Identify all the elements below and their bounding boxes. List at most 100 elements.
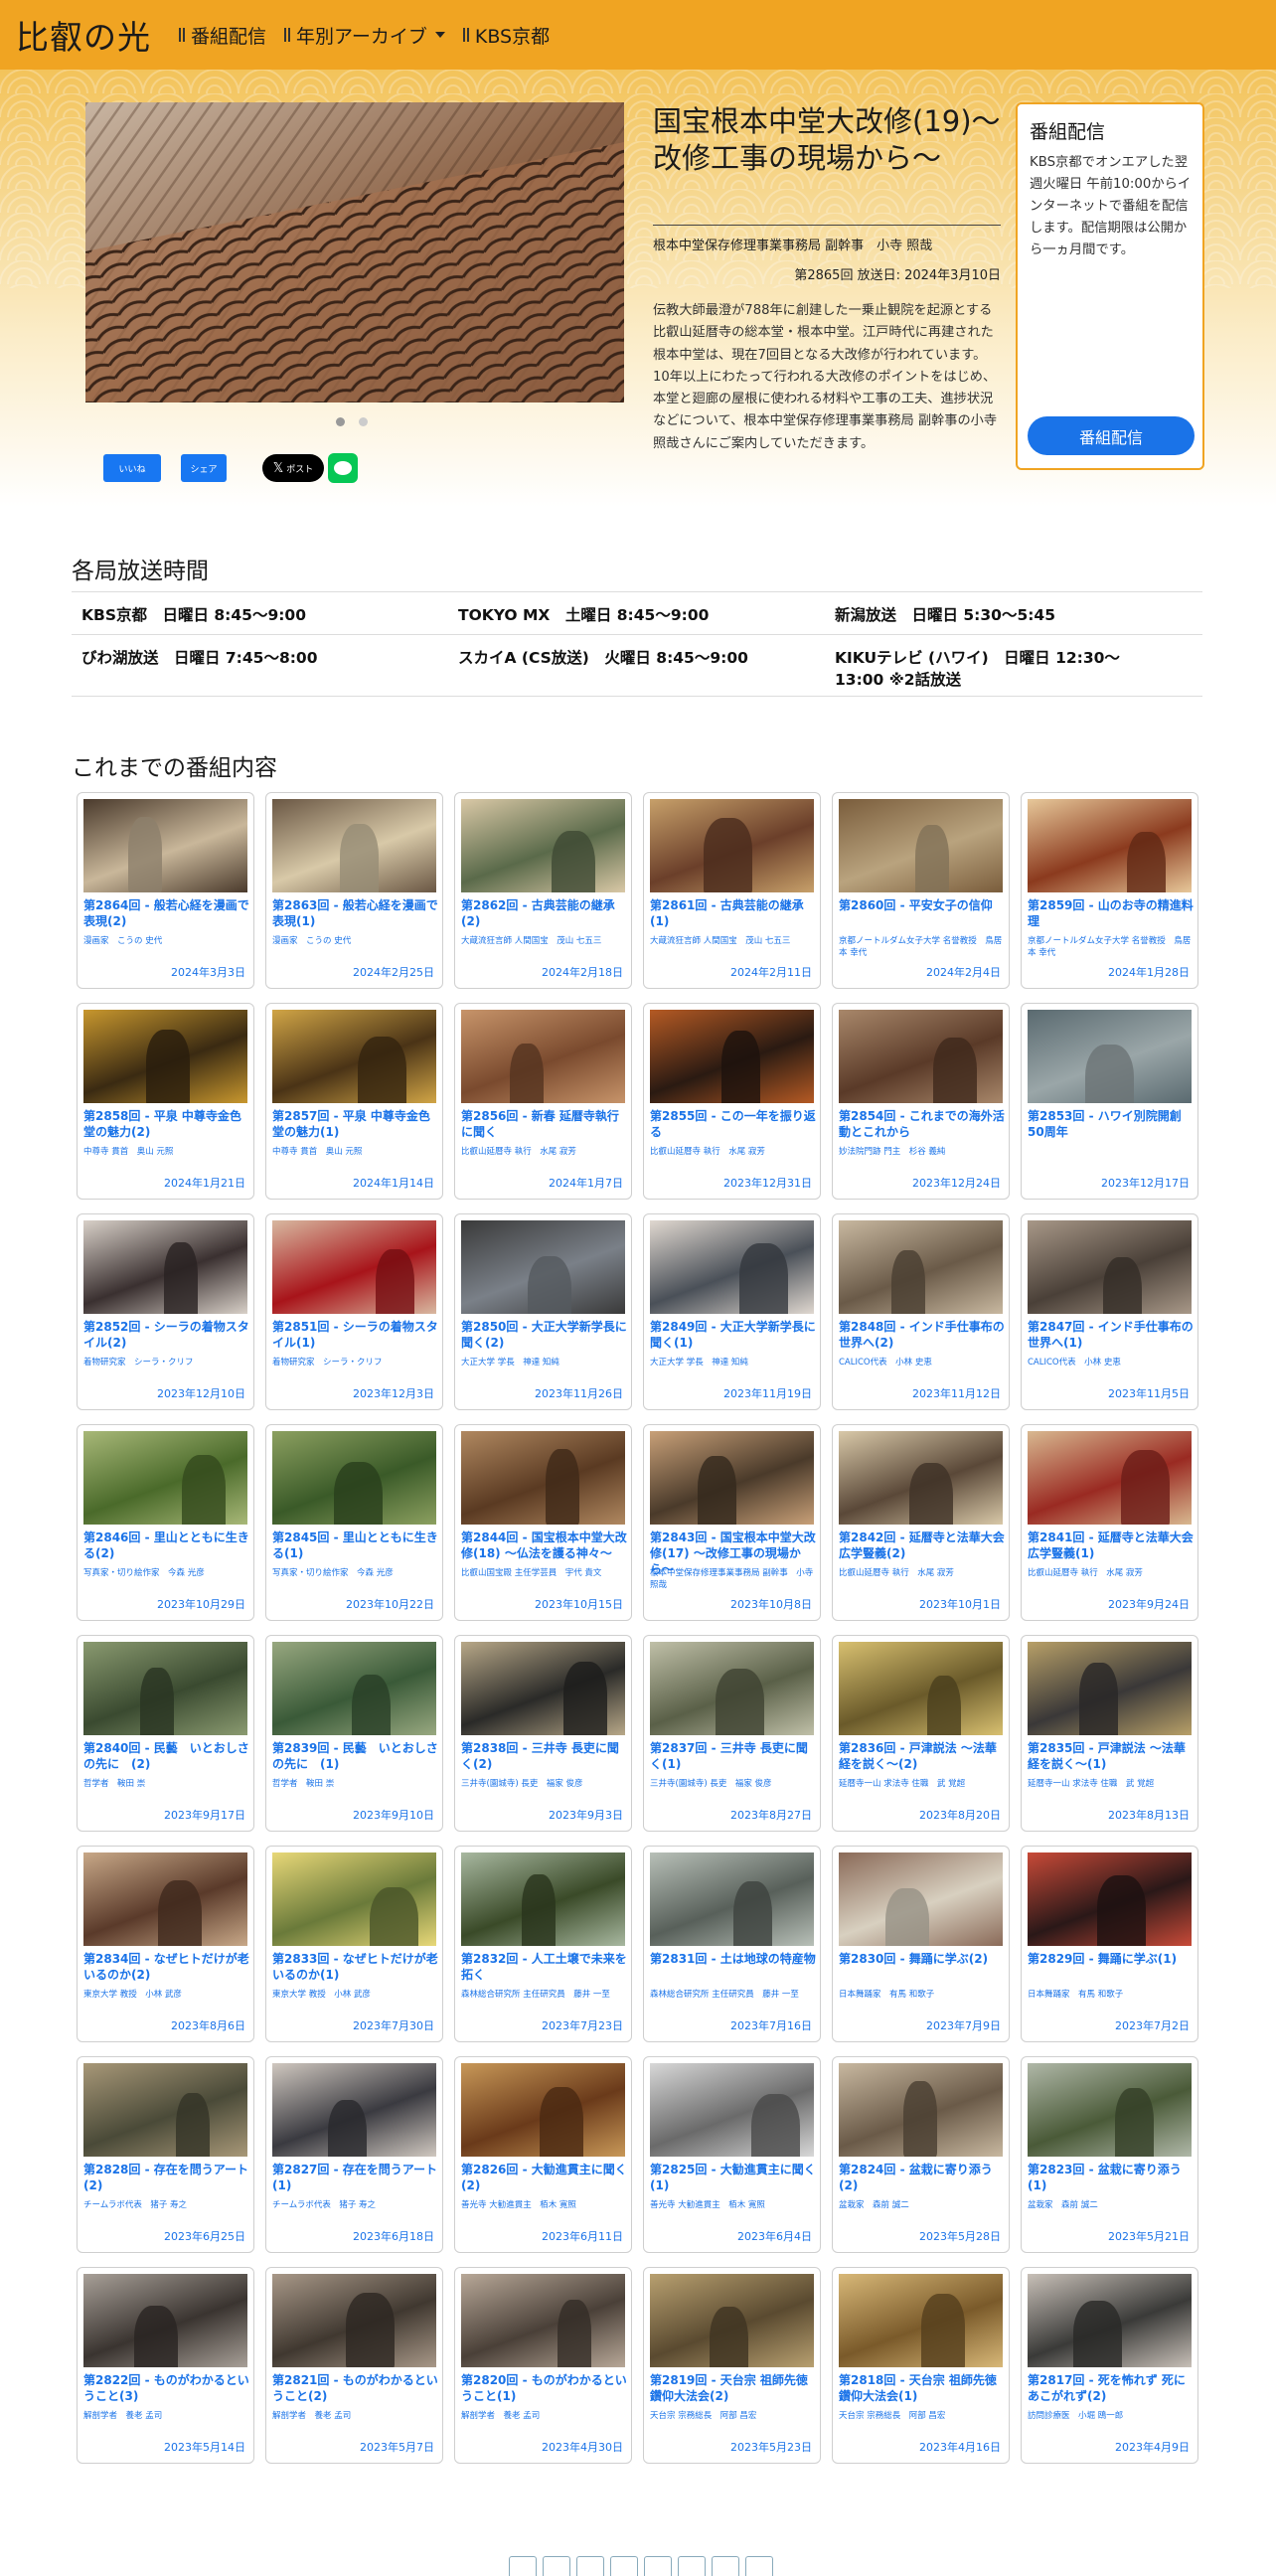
episode-card[interactable]: 第2837回 - 三井寺 長吏に聞く(1) 三井寺(園城寺) 長吏 福家 俊彦 20… bbox=[643, 1635, 821, 1832]
carousel-dot[interactable] bbox=[359, 417, 368, 426]
episode-card[interactable]: 第2830回 - 舞踊に学ぶ(2) 日本舞踊家 有馬 和歌子 2023年7月9日 bbox=[832, 1846, 1010, 2042]
episode-thumbnail[interactable] bbox=[650, 1431, 814, 1525]
episode-title[interactable]: 第2826回 - 大勧進貫主に聞く(2) bbox=[461, 2162, 628, 2193]
episode-title[interactable]: 第2825回 - 大勧進貫主に聞く(1) bbox=[650, 2162, 817, 2193]
episode-thumbnail[interactable] bbox=[1028, 1642, 1192, 1735]
episode-thumbnail[interactable] bbox=[83, 2274, 247, 2367]
carousel-dot-active[interactable] bbox=[336, 417, 345, 426]
episode-card[interactable]: 第2840回 - 民藝 いとおしさの先に (2) 哲学者 鞍田 崇 2023年9月1… bbox=[77, 1635, 254, 1832]
episode-title[interactable]: 第2845回 - 里山とともに生きる(1) bbox=[272, 1530, 439, 1561]
episode-title[interactable]: 第2859回 - 山のお寺の精進料理 bbox=[1028, 897, 1195, 929]
episode-card[interactable]: 第2822回 - ものがわかるということ(3) 解剖学者 養老 孟司 2023年5月… bbox=[77, 2267, 254, 2464]
episode-card[interactable]: 第2854回 - これまでの海外活動とこれから 妙法院門跡 門主 杉谷 義純 202… bbox=[832, 1003, 1010, 1200]
episode-thumbnail[interactable] bbox=[650, 2274, 814, 2367]
episode-card[interactable]: 第2835回 - 戸津説法 〜法華経を説く〜(1) 延暦寺一山 求法寺 住職 武 … bbox=[1021, 1635, 1198, 1832]
episode-title[interactable]: 第2853回 - ハワイ別院開創50周年 bbox=[1028, 1108, 1195, 1140]
episode-card[interactable]: 第2860回 - 平安女子の信仰 京都ノートルダム女子大学 名誉教授 鳥居本 幸代… bbox=[832, 792, 1010, 989]
episode-title[interactable]: 第2848回 - インド手仕事布の世界へ(2) bbox=[839, 1319, 1006, 1351]
episode-card[interactable]: 第2856回 - 新春 延暦寺執行に聞く 比叡山延暦寺 執行 水尾 寂芳 2024年… bbox=[454, 1003, 632, 1200]
episode-thumbnail[interactable] bbox=[1028, 1852, 1192, 1946]
episode-card[interactable]: 第2825回 - 大勧進貫主に聞く(1) 善光寺 大勧進貫主 栢木 寛照 2023年… bbox=[643, 2056, 821, 2253]
page-link[interactable] bbox=[644, 2556, 672, 2576]
episode-title[interactable]: 第2857回 - 平泉 中尊寺金色堂の魅力(1) bbox=[272, 1108, 439, 1140]
episode-thumbnail[interactable] bbox=[1028, 2274, 1192, 2367]
episode-thumbnail[interactable] bbox=[461, 799, 625, 892]
episode-card[interactable]: 第2863回 - 般若心経を漫画で表現(1) 漫画家 こうの 史代 2024年2月2… bbox=[265, 792, 443, 989]
episode-title[interactable]: 第2838回 - 三井寺 長吏に聞く(2) bbox=[461, 1740, 628, 1772]
episode-title[interactable]: 第2822回 - ものがわかるということ(3) bbox=[83, 2372, 250, 2404]
line-share-button[interactable] bbox=[328, 453, 358, 483]
episode-title[interactable]: 第2850回 - 大正大学新学長に聞く(2) bbox=[461, 1319, 628, 1351]
episode-card[interactable]: 第2855回 - この一年を振り返る 比叡山延暦寺 執行 水尾 寂芳 2023年12… bbox=[643, 1003, 821, 1200]
episode-title[interactable]: 第2851回 - シーラの着物スタイル(1) bbox=[272, 1319, 439, 1351]
episode-title[interactable]: 第2849回 - 大正大学新学長に聞く(1) bbox=[650, 1319, 817, 1351]
facebook-share-button[interactable]: シェア bbox=[181, 454, 227, 482]
episode-title[interactable]: 第2835回 - 戸津説法 〜法華経を説く〜(1) bbox=[1028, 1740, 1195, 1772]
episode-card[interactable]: 第2831回 - 土は地球の特産物 森林総合研究所 主任研究員 藤井 一至 2023… bbox=[643, 1846, 821, 2042]
page-link[interactable] bbox=[745, 2556, 773, 2576]
episode-card[interactable]: 第2829回 - 舞踊に学ぶ(1) 日本舞踊家 有馬 和歌子 2023年7月2日 bbox=[1021, 1846, 1198, 2042]
episode-title[interactable]: 第2856回 - 新春 延暦寺執行に聞く bbox=[461, 1108, 628, 1140]
episode-card[interactable]: 第2862回 - 古典芸能の継承(2) 大蔵流狂言師 人間国宝 茂山 七五三 202… bbox=[454, 792, 632, 989]
episode-title[interactable]: 第2847回 - インド手仕事布の世界へ(1) bbox=[1028, 1319, 1195, 1351]
page-link[interactable] bbox=[509, 2556, 537, 2576]
episode-title[interactable]: 第2830回 - 舞踊に学ぶ(2) bbox=[839, 1951, 1006, 1967]
episode-card[interactable]: 第2823回 - 盆栽に寄り添う(1) 盆栽家 森前 誠二 2023年5月21日 bbox=[1021, 2056, 1198, 2253]
episode-thumbnail[interactable] bbox=[83, 799, 247, 892]
episode-title[interactable]: 第2855回 - この一年を振り返る bbox=[650, 1108, 817, 1140]
episode-title[interactable]: 第2832回 - 人工土壌で未来を拓く bbox=[461, 1951, 628, 1983]
page-link[interactable] bbox=[610, 2556, 638, 2576]
episode-title[interactable]: 第2837回 - 三井寺 長吏に聞く(1) bbox=[650, 1740, 817, 1772]
episode-thumbnail[interactable] bbox=[839, 1852, 1003, 1946]
episode-title[interactable]: 第2827回 - 存在を問うアート(1) bbox=[272, 2162, 439, 2193]
episode-thumbnail[interactable] bbox=[1028, 1010, 1192, 1103]
page-link[interactable] bbox=[576, 2556, 604, 2576]
episode-thumbnail[interactable] bbox=[83, 1852, 247, 1946]
episode-thumbnail[interactable] bbox=[1028, 799, 1192, 892]
episode-title[interactable]: 第2863回 - 般若心経を漫画で表現(1) bbox=[272, 897, 439, 929]
episode-title[interactable]: 第2817回 - 死を怖れず 死にあこがれず(2) bbox=[1028, 2372, 1195, 2404]
episode-title[interactable]: 第2829回 - 舞踊に学ぶ(1) bbox=[1028, 1951, 1195, 1967]
episode-card[interactable]: 第2850回 - 大正大学新学長に聞く(2) 大正大学 学長 神達 知純 2023年… bbox=[454, 1213, 632, 1410]
episode-thumbnail[interactable] bbox=[1028, 1220, 1192, 1314]
episode-card[interactable]: 第2839回 - 民藝 いとおしさの先に (1) 哲学者 鞍田 崇 2023年9月1… bbox=[265, 1635, 443, 1832]
x-post-button[interactable]: 𝕏 ポスト bbox=[262, 454, 324, 482]
episode-card[interactable]: 第2828回 - 存在を問うアート(2) チームラボ代表 猪子 寿之 2023年6月… bbox=[77, 2056, 254, 2253]
episode-thumbnail[interactable] bbox=[461, 2063, 625, 2157]
page-link[interactable] bbox=[712, 2556, 739, 2576]
episode-card[interactable]: 第2820回 - ものがわかるということ(1) 解剖学者 養老 孟司 2023年4月… bbox=[454, 2267, 632, 2464]
episode-thumbnail[interactable] bbox=[272, 1852, 436, 1946]
episode-thumbnail[interactable] bbox=[83, 1220, 247, 1314]
episode-card[interactable]: 第2838回 - 三井寺 長吏に聞く(2) 三井寺(園城寺) 長吏 福家 俊彦 20… bbox=[454, 1635, 632, 1832]
episode-card[interactable]: 第2857回 - 平泉 中尊寺金色堂の魅力(1) 中尊寺 貫首 奥山 元照 2024… bbox=[265, 1003, 443, 1200]
episode-title[interactable]: 第2842回 - 延暦寺と法華大会広学豎義(2) bbox=[839, 1530, 1006, 1561]
episode-thumbnail[interactable] bbox=[839, 2063, 1003, 2157]
episode-thumbnail[interactable] bbox=[461, 2274, 625, 2367]
episode-card[interactable]: 第2832回 - 人工土壌で未来を拓く 森林総合研究所 主任研究員 藤井 一至 20… bbox=[454, 1846, 632, 2042]
page-link[interactable] bbox=[678, 2556, 706, 2576]
episode-thumbnail[interactable] bbox=[839, 1642, 1003, 1735]
episode-title[interactable]: 第2858回 - 平泉 中尊寺金色堂の魅力(2) bbox=[83, 1108, 250, 1140]
episode-thumbnail[interactable] bbox=[461, 1852, 625, 1946]
episode-card[interactable]: 第2861回 - 古典芸能の継承(1) 大蔵流狂言師 人間国宝 茂山 七五三 202… bbox=[643, 792, 821, 989]
episode-title[interactable]: 第2854回 - これまでの海外活動とこれから bbox=[839, 1108, 1006, 1140]
episode-thumbnail[interactable] bbox=[1028, 1431, 1192, 1525]
episode-thumbnail[interactable] bbox=[650, 1642, 814, 1735]
episode-title[interactable]: 第2852回 - シーラの着物スタイル(2) bbox=[83, 1319, 250, 1351]
episode-title[interactable]: 第2820回 - ものがわかるということ(1) bbox=[461, 2372, 628, 2404]
hero-slide-image[interactable] bbox=[85, 102, 624, 402]
episode-thumbnail[interactable] bbox=[83, 2063, 247, 2157]
episode-thumbnail[interactable] bbox=[461, 1220, 625, 1314]
episode-thumbnail[interactable] bbox=[650, 1220, 814, 1314]
episode-title[interactable]: 第2860回 - 平安女子の信仰 bbox=[839, 897, 1006, 913]
episode-title[interactable]: 第2819回 - 天台宗 祖師先徳鑽仰大法会(2) bbox=[650, 2372, 817, 2404]
episode-card[interactable]: 第2841回 - 延暦寺と法華大会広学豎義(1) 比叡山延暦寺 執行 水尾 寂芳 2… bbox=[1021, 1424, 1198, 1621]
episode-thumbnail[interactable] bbox=[83, 1431, 247, 1525]
episode-thumbnail[interactable] bbox=[272, 1431, 436, 1525]
episode-card[interactable]: 第2847回 - インド手仕事布の世界へ(1) CALICO代表 小林 史恵 202… bbox=[1021, 1213, 1198, 1410]
episode-title[interactable]: 第2844回 - 国宝根本中堂大改修(18) 〜仏法を護る神々〜 bbox=[461, 1530, 628, 1561]
episode-title[interactable]: 第2836回 - 戸津説法 〜法華経を説く〜(2) bbox=[839, 1740, 1006, 1772]
episode-card[interactable]: 第2833回 - なぜヒトだけが老いるのか(1) 東京大学 教授 小林 武彦 202… bbox=[265, 1846, 443, 2042]
episode-thumbnail[interactable] bbox=[461, 1642, 625, 1735]
nav-kbs[interactable]: KBS京都 bbox=[462, 22, 550, 49]
